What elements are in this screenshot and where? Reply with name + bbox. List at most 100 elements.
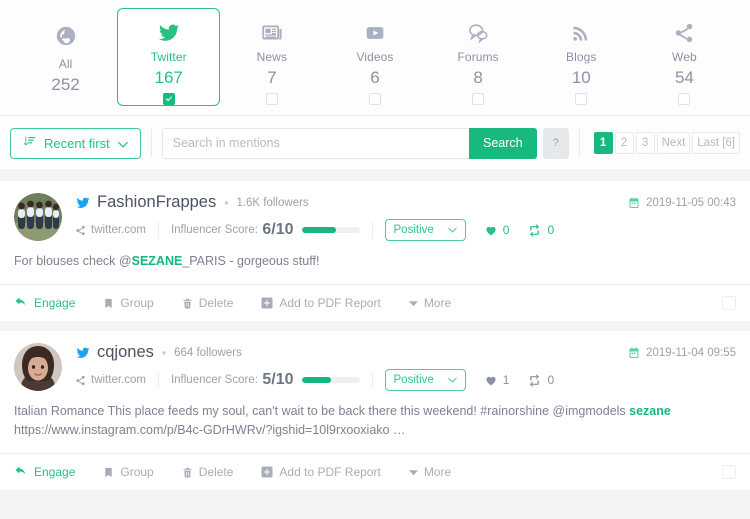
- source-domain-label: twitter.com: [91, 374, 146, 386]
- sentiment-label: Positive: [393, 224, 434, 236]
- action-label: Group: [120, 465, 154, 479]
- toolbar: Recent first Search ? 123NextLast [6]: [0, 116, 750, 171]
- source-tab-checkbox[interactable]: [472, 93, 485, 105]
- source-tab-web[interactable]: Web 54: [633, 8, 736, 106]
- like-stat[interactable]: 1: [484, 373, 510, 387]
- source-tab-videos[interactable]: Videos 6: [323, 8, 426, 106]
- pagination-3[interactable]: 3: [635, 132, 655, 154]
- chevron-down-icon: [447, 227, 457, 233]
- mention-keyword: SEZANE: [131, 254, 183, 268]
- mention-header: FashionFrappes • 1.6K followers 2019-11-05 …: [75, 193, 736, 212]
- globe-icon: [55, 21, 77, 51]
- pagination-last-6[interactable]: Last [6]: [692, 132, 740, 154]
- source-tab-label: Twitter: [150, 50, 187, 64]
- separator-dot: •: [224, 195, 229, 210]
- mention-content: FashionFrappes • 1.6K followers 2019-11-05 …: [75, 193, 736, 241]
- source-tab-news[interactable]: News 7: [220, 8, 323, 106]
- retweet-stat[interactable]: 0: [527, 373, 554, 387]
- separator-dot: •: [161, 345, 167, 360]
- mention-card: cqjones • 664 followers 2019-11-04 09:55 twi…: [0, 331, 750, 490]
- mention-text-after: _PARIS - gorgeous stuff!: [182, 254, 320, 268]
- select-mention-checkbox[interactable]: [722, 465, 736, 479]
- influencer-score-label: Influencer Score:: [170, 224, 258, 236]
- action-label: Delete: [198, 296, 234, 310]
- retweet-icon: [527, 373, 542, 387]
- bookmark-icon: [103, 466, 114, 479]
- search-input[interactable]: [161, 127, 470, 159]
- pagination-2[interactable]: 2: [614, 132, 634, 154]
- follower-count: 1.6K followers: [236, 196, 309, 209]
- twitter-icon: [75, 196, 91, 210]
- sentiment-dropdown[interactable]: Positive: [384, 219, 466, 241]
- trash-icon: [182, 297, 193, 310]
- share-icon: [75, 225, 86, 236]
- action-label: Group: [120, 296, 154, 310]
- action-more[interactable]: More: [408, 296, 451, 310]
- toolbar-divider-2: [578, 129, 580, 157]
- source-tab-count: 10: [571, 68, 591, 87]
- twitter-icon: [157, 21, 181, 44]
- avatar: [14, 343, 62, 391]
- action-label: Engage: [34, 465, 76, 479]
- mentions-page: All 252 Twitter 167 News 7 Videos 6 Forums 8 Blogs…: [0, 0, 750, 519]
- mention-text: Italian Romance This place feeds my soul…: [0, 391, 750, 453]
- sort-dropdown[interactable]: Recent first: [10, 127, 141, 159]
- sort-desc-icon: [23, 135, 36, 151]
- select-mention-checkbox[interactable]: [722, 296, 736, 310]
- mention-content: cqjones • 664 followers 2019-11-04 09:55 twi…: [75, 343, 736, 391]
- heart-icon: [484, 224, 498, 237]
- like-count: 1: [502, 373, 510, 387]
- pagination-1[interactable]: 1: [593, 132, 613, 154]
- action-engage[interactable]: Engage: [14, 465, 75, 479]
- action-engage[interactable]: Engage: [14, 296, 75, 310]
- action-delete[interactable]: Delete: [182, 465, 233, 479]
- mention-actions: Engage Group Delete Add to PDF Report More: [0, 284, 750, 321]
- search-button[interactable]: Search: [469, 127, 537, 159]
- source-tab-checkbox[interactable]: [162, 93, 175, 105]
- mention-text-before: For blouses check @: [14, 254, 132, 268]
- source-tab-blogs[interactable]: Blogs 10: [530, 8, 633, 106]
- source-tab-count: 8: [473, 68, 483, 87]
- like-stat[interactable]: 0: [484, 223, 509, 237]
- reply-icon: [14, 466, 28, 478]
- action-add-to-pdf-report[interactable]: Add to PDF Report: [261, 296, 381, 310]
- source-tab-forums[interactable]: Forums 8: [427, 8, 530, 106]
- mention-text-before: Italian Romance This place feeds my soul…: [14, 404, 630, 418]
- source-tab-checkbox[interactable]: [265, 93, 278, 105]
- action-more[interactable]: More: [408, 465, 451, 479]
- author-name[interactable]: FashionFrappes: [97, 193, 216, 212]
- engagement-stats: 10: [484, 373, 554, 387]
- action-group[interactable]: Group: [103, 465, 154, 479]
- bookmark-icon: [103, 297, 114, 310]
- date-text: 2019-11-05 00:43: [646, 196, 736, 209]
- source-tab-all[interactable]: All 252: [14, 8, 117, 106]
- influencer-score-value: 6/10: [262, 221, 294, 238]
- retweet-count: 0: [547, 223, 555, 237]
- plus-square-icon: [261, 297, 273, 309]
- action-group[interactable]: Group: [103, 296, 154, 310]
- retweet-stat[interactable]: 0: [527, 223, 554, 237]
- date-text: 2019-11-04 09:55: [646, 346, 736, 359]
- source-tab-twitter[interactable]: Twitter 167: [117, 8, 221, 106]
- source-tab-count: 252: [51, 75, 80, 94]
- sort-dropdown-label: Recent first: [44, 135, 110, 151]
- source-tab-checkbox[interactable]: [368, 93, 381, 105]
- source-tab-label: Blogs: [566, 50, 597, 64]
- influencer-score-value: 5/10: [262, 371, 294, 388]
- calendar-icon: [628, 197, 640, 209]
- action-add-to-pdf-report[interactable]: Add to PDF Report: [261, 465, 381, 479]
- search-box: Search: [161, 127, 537, 159]
- source-tab-label: Videos: [356, 50, 394, 64]
- author-name[interactable]: cqjones: [97, 343, 154, 362]
- help-button[interactable]: ?: [542, 127, 569, 159]
- action-delete[interactable]: Delete: [182, 296, 234, 310]
- action-label: Engage: [34, 296, 76, 310]
- sentiment-dropdown[interactable]: Positive: [384, 369, 466, 391]
- plus-square-icon: [261, 466, 273, 478]
- source-tab-checkbox[interactable]: [678, 93, 691, 105]
- mention-card: FashionFrappes • 1.6K followers 2019-11-05 …: [0, 181, 750, 321]
- source-tab-checkbox[interactable]: [575, 93, 588, 105]
- engagement-stats: 00: [484, 223, 554, 237]
- mention-text: For blouses check @SEZANE_PARIS - gorgeo…: [0, 241, 750, 284]
- pagination-next[interactable]: Next: [656, 132, 691, 154]
